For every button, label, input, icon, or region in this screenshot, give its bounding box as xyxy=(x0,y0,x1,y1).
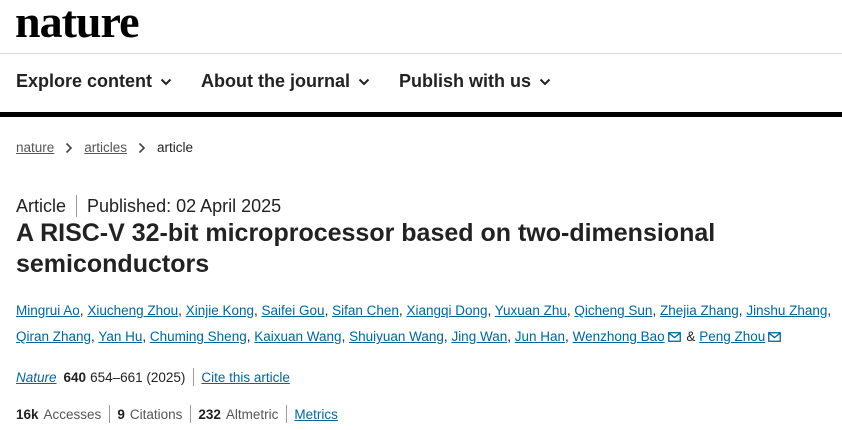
author-link[interactable]: Xinjie Kong xyxy=(186,303,254,318)
nav-explore-content-label: Explore content xyxy=(16,71,153,91)
divider xyxy=(109,405,111,423)
author-separator: , xyxy=(507,329,511,344)
author-link[interactable]: Qicheng Sun xyxy=(574,303,652,318)
author-list: Mingrui Ao, Xiucheng Zhou, Xinjie Kong, … xyxy=(16,298,832,350)
author-link[interactable]: Xiucheng Zhou xyxy=(87,303,178,318)
author-separator: , xyxy=(487,303,492,318)
author-separator: , xyxy=(91,329,95,344)
altmetric-label: Altmetric xyxy=(225,406,279,422)
author-link[interactable]: Qiran Zhang xyxy=(16,329,91,344)
divider xyxy=(190,405,192,423)
author-link[interactable]: Mingrui Ao xyxy=(16,303,80,318)
nav-publish-with-us-label: Publish with us xyxy=(399,71,532,91)
author-link[interactable]: Jing Wan xyxy=(451,329,507,344)
author-link[interactable]: Shuiyuan Wang xyxy=(349,329,444,344)
author-link[interactable]: Xiangqi Dong xyxy=(406,303,487,318)
chevron-right-icon xyxy=(66,142,73,153)
accesses-label: Accesses xyxy=(43,406,102,422)
author-separator: , xyxy=(254,303,258,318)
article-metrics: 16k Accesses 9 Citations 232 Altmetric M… xyxy=(16,405,338,423)
author-link[interactable]: Kaixuan Wang xyxy=(254,329,341,344)
pages-year: 654–661 (2025) xyxy=(90,369,186,385)
divider xyxy=(286,405,288,423)
header-divider xyxy=(0,53,842,54)
cite-this-article-link[interactable]: Cite this article xyxy=(201,370,290,385)
author-separator: , xyxy=(341,329,346,344)
author-separator: , xyxy=(246,329,251,344)
nav-about-journal[interactable]: About the journal xyxy=(201,71,370,92)
nature-logo[interactable]: nature xyxy=(15,0,139,45)
author-link[interactable]: Chuming Sheng xyxy=(150,329,247,344)
citations-value: 9 xyxy=(117,406,125,422)
author-separator: , xyxy=(566,303,571,318)
divider xyxy=(193,368,195,386)
author-separator: , xyxy=(443,329,448,344)
author-separator: , xyxy=(652,303,657,318)
citation-line: Nature 640 654–661 (2025) Cite this arti… xyxy=(16,368,290,386)
author-link[interactable]: Saifei Gou xyxy=(262,303,325,318)
main-nav: Explore content About the journal Publis… xyxy=(16,71,551,92)
nav-explore-content[interactable]: Explore content xyxy=(16,71,172,92)
breadcrumb-nature[interactable]: nature xyxy=(16,140,54,155)
chevron-down-icon xyxy=(539,78,551,85)
chevron-down-icon xyxy=(358,78,370,85)
published-date: Published: 02 April 2025 xyxy=(87,195,282,216)
article-type: Article xyxy=(16,195,67,216)
author-separator: , xyxy=(827,303,832,318)
email-icon[interactable] xyxy=(768,332,782,343)
author-separator: , xyxy=(142,329,147,344)
volume: 640 xyxy=(63,369,87,385)
chevron-down-icon xyxy=(160,78,172,85)
author-and: & xyxy=(686,329,696,344)
journal-link[interactable]: Nature xyxy=(16,370,57,385)
breadcrumb-articles[interactable]: articles xyxy=(84,140,127,155)
nav-publish-with-us[interactable]: Publish with us xyxy=(399,71,551,92)
breadcrumb-article: article xyxy=(157,140,194,155)
author-separator: , xyxy=(398,303,403,318)
author-link[interactable]: Zhejia Zhang xyxy=(660,303,739,318)
author-link[interactable]: Yuxuan Zhu xyxy=(495,303,567,318)
chevron-right-icon xyxy=(138,142,146,153)
author-link[interactable]: Jun Han xyxy=(515,329,565,344)
article-meta: Article Published: 02 April 2025 xyxy=(16,195,281,217)
author-separator: , xyxy=(178,303,182,318)
metrics-link[interactable]: Metrics xyxy=(294,407,338,422)
author-link[interactable]: Wenzhong Bao xyxy=(573,329,665,344)
author-separator: , xyxy=(738,303,743,318)
author-separator: , xyxy=(79,303,84,318)
author-link[interactable]: Sifan Chen xyxy=(332,303,399,318)
author-link[interactable]: Peng Zhou xyxy=(699,329,765,344)
author-separator: , xyxy=(324,303,329,318)
nav-divider xyxy=(0,112,842,117)
accesses-value: 16k xyxy=(16,406,39,422)
meta-divider xyxy=(76,195,78,217)
email-icon[interactable] xyxy=(667,332,681,343)
breadcrumb: nature articles article xyxy=(16,140,193,155)
article-title: A RISC-V 32-bit microprocessor based on … xyxy=(16,219,716,278)
nav-about-journal-label: About the journal xyxy=(201,71,351,91)
citations-label: Citations xyxy=(129,406,183,422)
author-separator: , xyxy=(565,329,569,344)
altmetric-value: 232 xyxy=(198,406,221,422)
author-link[interactable]: Yan Hu xyxy=(98,329,142,344)
author-link[interactable]: Jinshu Zhang xyxy=(746,303,827,318)
